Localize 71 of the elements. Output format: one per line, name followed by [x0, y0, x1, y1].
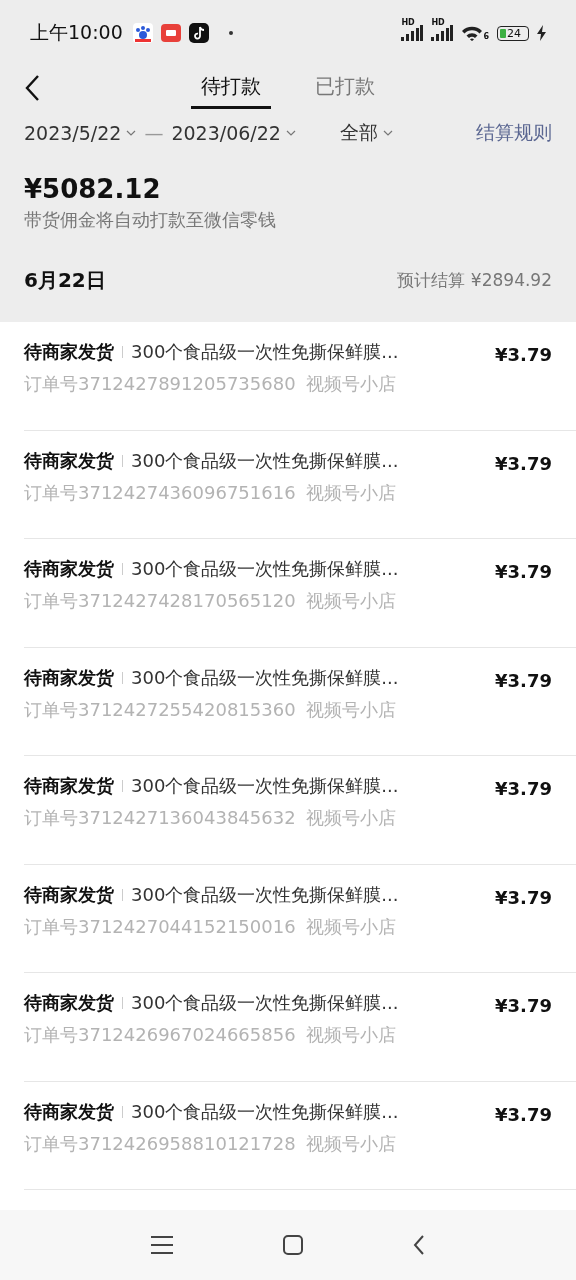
tv-app-icon — [160, 23, 181, 43]
order-amount: ¥3.79 — [495, 561, 552, 582]
shop-name: 视频号小店 — [305, 697, 396, 722]
shop-name: 视频号小店 — [305, 480, 396, 505]
order-status: 待商家发货 — [24, 882, 114, 907]
order-number: 订单号3712427136043845632 — [24, 806, 296, 830]
order-status: 待商家发货 — [24, 665, 114, 690]
caret-icon[interactable] — [382, 130, 393, 136]
order-number: 订单号3712427891205735680 — [24, 372, 296, 396]
order-amount: ¥3.79 — [495, 669, 552, 691]
order-number: 订单号3712427044152150016 — [24, 914, 296, 939]
order-amount: ¥3.79 — [495, 452, 552, 474]
charging-icon — [537, 25, 546, 41]
order-amount: ¥3.79 — [495, 778, 552, 799]
settlement-rules-link[interactable]: 结算规则 — [476, 120, 552, 146]
order-status: 待商家发货 — [24, 340, 114, 364]
group-date: 6月22日 — [24, 266, 106, 294]
status-time: 上午10:00 — [30, 20, 123, 45]
caret-icon[interactable] — [285, 130, 296, 136]
product-title: 300个食品级一次性免撕保鲜膜... — [131, 665, 399, 690]
order-status: 待商家发货 — [24, 1099, 114, 1124]
wifi-icon — [461, 25, 484, 41]
order-number: 订单号3712426958810121728 — [24, 1131, 296, 1156]
order-amount: ¥3.79 — [495, 886, 552, 908]
order-amount: ¥3.79 — [495, 344, 552, 365]
music-note-app-icon — [188, 23, 209, 43]
menu-icon[interactable] — [151, 1236, 173, 1254]
product-title: 300个食品级一次性免撕保鲜膜... — [131, 882, 399, 907]
shop-name: 视频号小店 — [305, 914, 396, 939]
total-amount: ¥5082.12 — [24, 174, 162, 204]
product-title: 300个食品级一次性免撕保鲜膜... — [131, 774, 399, 798]
order-status: 待商家发货 — [24, 774, 114, 798]
order-number: 订单号3712427436096751616 — [24, 480, 296, 505]
back-icon[interactable] — [413, 1235, 425, 1255]
tab[interactable]: 已打款 — [305, 67, 385, 109]
signal-icon — [431, 25, 454, 41]
shop-name: 视频号小店 — [305, 372, 396, 396]
date-separator: — — [144, 122, 164, 144]
order-amount: ¥3.79 — [495, 995, 552, 1016]
shop-name: 视频号小店 — [305, 806, 396, 830]
order-status: 待商家发货 — [24, 991, 114, 1015]
product-title: 300个食品级一次性免撕保鲜膜... — [131, 991, 399, 1015]
payout-note: 带货佣金将自动打款至微信零钱 — [24, 208, 277, 232]
paw-app-icon — [132, 23, 153, 43]
shop-name: 视频号小店 — [305, 589, 396, 613]
order-number: 订单号3712426967024665856 — [24, 1023, 296, 1047]
caret-icon[interactable] — [126, 130, 137, 136]
order-status: 待商家发货 — [24, 448, 114, 473]
order-amount: ¥3.79 — [495, 1103, 552, 1125]
wifi-band-label: 6 — [483, 32, 489, 41]
product-title: 300个食品级一次性免撕保鲜膜... — [131, 1099, 399, 1124]
shop-name: 视频号小店 — [305, 1023, 396, 1047]
category-dropdown[interactable]: 全部 — [339, 120, 393, 146]
hd-label: HD — [401, 18, 415, 27]
notification-dot-icon — [228, 31, 233, 35]
estimated-settlement: 预计结算 ¥2894.92 — [397, 268, 552, 292]
tab[interactable]: 待打款 — [191, 67, 271, 109]
back-icon[interactable] — [24, 74, 40, 102]
product-title: 300个食品级一次性免撕保鲜膜... — [131, 448, 399, 473]
date-to-dropdown[interactable]: 2023/06/22 — [171, 122, 296, 144]
hd-label: HD — [431, 18, 445, 27]
date-from-dropdown[interactable]: 2023/5/22 — [24, 122, 137, 144]
order-number: 订单号3712427428170565120 — [24, 589, 296, 613]
product-title: 300个食品级一次性免撕保鲜膜... — [131, 557, 399, 581]
home-icon[interactable] — [283, 1235, 303, 1255]
product-title: 300个食品级一次性免撕保鲜膜... — [131, 340, 399, 364]
shop-name: 视频号小店 — [305, 1131, 396, 1156]
signal-icon — [401, 25, 424, 41]
order-status: 待商家发货 — [24, 557, 114, 581]
order-number: 订单号3712427255420815360 — [24, 697, 296, 722]
battery-icon: 24 — [497, 25, 529, 41]
